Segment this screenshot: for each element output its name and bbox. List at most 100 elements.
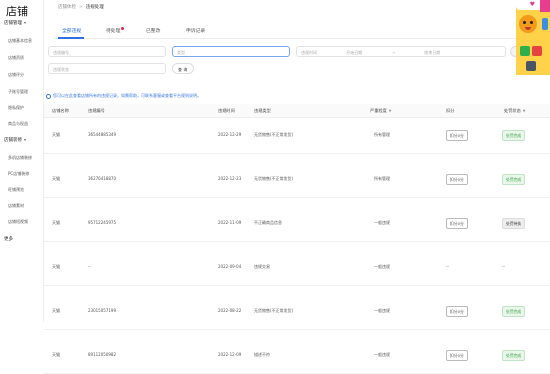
cell-no: 36276418870 — [88, 176, 116, 181]
badge-dot — [121, 27, 125, 30]
notice-text: 您可以在此查看店铺所有的违规记录，如需帮助，可联系客服或查看平台规则说明。 — [53, 93, 201, 98]
status-badge: 处罚完成 — [502, 130, 526, 141]
cell-time: 2022-12-09 — [218, 352, 242, 357]
th-status[interactable]: 处罚状态 ▼ — [504, 108, 525, 114]
cell-time: 2022-12-29 — [218, 132, 242, 137]
sidebar-item[interactable]: 店铺资质 — [8, 55, 24, 61]
status-badge: 处罚完成 — [502, 350, 526, 361]
widget-red-button[interactable] — [532, 46, 542, 56]
sidebar-group-shop-manage[interactable]: 店铺管理 ▾ — [4, 20, 26, 26]
main-content: 店铺体检 > 违规处理 全部违规 待处理 已整改 申诉记录 违规编号 类型 违规时间… — [44, 0, 550, 374]
widget-blue-button[interactable] — [542, 18, 548, 30]
cell-score: 扣分0分 — [446, 130, 468, 141]
table-row[interactable]: 天猫 89112050982 2022-12-09 描述不符 一般违规 扣分0分 处罚完成 — [44, 338, 550, 374]
info-icon — [46, 93, 51, 99]
cell-shop: 天猫 — [52, 352, 60, 357]
sidebar-item[interactable]: 店铺基本信息 — [8, 38, 32, 44]
widget-close-tab[interactable] — [540, 0, 550, 12]
heart-icon: ♥ — [529, 1, 535, 8]
sidebar-item[interactable]: 商品与权益 — [8, 121, 28, 127]
th-status-label: 处罚状态 — [504, 108, 521, 113]
chevron-down-icon: ▾ — [24, 137, 27, 142]
sidebar-item[interactable]: 旺铺预览 — [8, 187, 24, 193]
active-tab-indicator — [58, 37, 84, 39]
sidebar-item[interactable]: 隐私保护 — [8, 105, 24, 111]
start-date: 开始日期 — [346, 49, 363, 55]
tab-all[interactable]: 全部违规 — [62, 27, 81, 34]
chevron-down-icon: ▾ — [24, 20, 27, 25]
cell-score: 扣分0分 — [446, 218, 468, 229]
tab-pending[interactable]: 待处理 — [106, 27, 125, 34]
th-type: 违规类型 — [254, 108, 271, 113]
status-badge: 处罚完成 — [502, 306, 526, 317]
cell-type: 描述不符 — [254, 352, 270, 357]
cell-type: 无货物售(不正常发货) — [254, 176, 294, 181]
cell-time: 2022-12-23 — [218, 176, 242, 181]
table-row[interactable]: 天猫 95712245975 2022-11-09 不正确商品信息 一般违规 扣分0分 处罚… — [44, 206, 550, 242]
cell-time: 2022-08-22 — [218, 308, 242, 313]
cell-type: 无货物售(不正常发货) — [254, 308, 294, 313]
sidebar-item[interactable]: 子账号管理 — [8, 89, 28, 95]
cell-no: -- — [88, 264, 91, 269]
app-logo: 店铺 — [6, 5, 28, 18]
sidebar: 店铺 店铺管理 ▾ 店铺基本信息 店铺资质 店铺评分 子账号管理 隐私保护 商品与… — [0, 0, 44, 322]
sidebar-item[interactable]: 多机店铺装修 — [8, 155, 32, 161]
promo-widget[interactable]: ♥ — [516, 0, 550, 75]
tab-appeal[interactable]: 申诉记录 — [186, 27, 205, 34]
breadcrumb-parent[interactable]: 店铺体检 — [58, 5, 76, 10]
sidebar-group-label: 店铺装修 — [4, 138, 22, 143]
cell-shop: 天猫 — [52, 264, 60, 269]
sidebar-item[interactable]: 店铺素材 — [8, 203, 24, 209]
cell-type: 无货物售(不正常发货) — [254, 132, 294, 137]
date-range-picker[interactable]: 违规时间 开始日期 → 结束日期 — [296, 46, 506, 57]
type-select[interactable]: 类型 — [172, 46, 290, 57]
th-shop: 店铺名称 — [52, 108, 69, 113]
sidebar-group-more[interactable]: 更多 — [4, 236, 13, 242]
table-row[interactable]: 天猫 36544885349 2022-12-29 无货物售(不正常发货) 所有管理 扣分… — [44, 118, 550, 154]
sidebar-item[interactable]: 店铺评分 — [8, 72, 24, 78]
cell-level: 所有管理 — [374, 176, 390, 181]
th-level[interactable]: 严重程度 ▼ — [370, 108, 391, 114]
cell-level: 一般违规 — [374, 352, 390, 357]
cell-score: -- — [446, 264, 449, 269]
cell-type: 违规交易 — [254, 264, 270, 269]
filter-icon: ▼ — [522, 109, 526, 113]
mascot-icon — [519, 15, 537, 33]
violation-no-input[interactable]: 违规编号 — [48, 46, 166, 57]
filter-icon: ▼ — [388, 109, 392, 113]
th-time: 违规时间 — [218, 108, 235, 113]
cell-score: 扣分0分 — [446, 174, 468, 185]
cell-level: 所有管理 — [374, 132, 390, 137]
tab-label: 待处理 — [106, 29, 121, 34]
cell-shop: 天猫 — [52, 220, 60, 225]
table-row[interactable]: 天猫 -- 2022-09-04 违规交易 一般违规 -- -- — [44, 250, 550, 286]
tab-bar: 全部违规 待处理 已整改 申诉记录 — [54, 27, 544, 39]
info-notice: 您可以在此查看店铺所有的违规记录，如需帮助，可联系客服或查看平台规则说明。 — [46, 93, 201, 99]
widget-green-button[interactable] — [520, 46, 530, 56]
cell-time: 2022-11-09 — [218, 220, 242, 225]
cell-level: 一般违规 — [374, 220, 390, 225]
sidebar-group-decoration[interactable]: 店铺装修 ▾ — [4, 137, 26, 143]
cell-shop: 天猫 — [52, 176, 60, 181]
table-row[interactable]: 天猫 23015057199 2022-08-22 无货物售(不正常发货) 一般违规 扣分… — [44, 294, 550, 330]
status-badge: 处罚待执 — [502, 218, 526, 229]
status-badge: -- — [502, 264, 505, 269]
status-badge: 处罚完成 — [502, 174, 526, 185]
query-button[interactable]: 查 询 — [172, 63, 194, 74]
cell-time: 2022-09-04 — [218, 264, 242, 269]
end-date: 结束日期 — [424, 49, 441, 55]
status-select[interactable]: 违规状态 — [48, 63, 166, 74]
cell-level: 一般违规 — [374, 264, 390, 269]
date-label: 违规时间 — [301, 49, 317, 55]
cell-type: 不正确商品信息 — [254, 220, 282, 225]
widget-gray-button[interactable] — [526, 61, 536, 71]
tab-fixed[interactable]: 已整改 — [146, 27, 160, 34]
cell-level: 一般违规 — [374, 308, 390, 313]
sidebar-item[interactable]: PC店铺装修 — [8, 171, 29, 177]
breadcrumb-current: 违规处理 — [85, 5, 104, 10]
cell-no: 89112050982 — [88, 352, 116, 357]
cell-no: 95712245975 — [88, 220, 116, 225]
table-header: 店铺名称 违规编号 违规时间 违规类型 严重程度 ▼ 扣分 处罚状态 ▼ — [44, 104, 550, 118]
sidebar-item[interactable]: 店铺短视频 — [8, 219, 28, 225]
table-row[interactable]: 天猫 36276418870 2022-12-23 无货物售(不正常发货) 所有管理 扣分… — [44, 162, 550, 198]
